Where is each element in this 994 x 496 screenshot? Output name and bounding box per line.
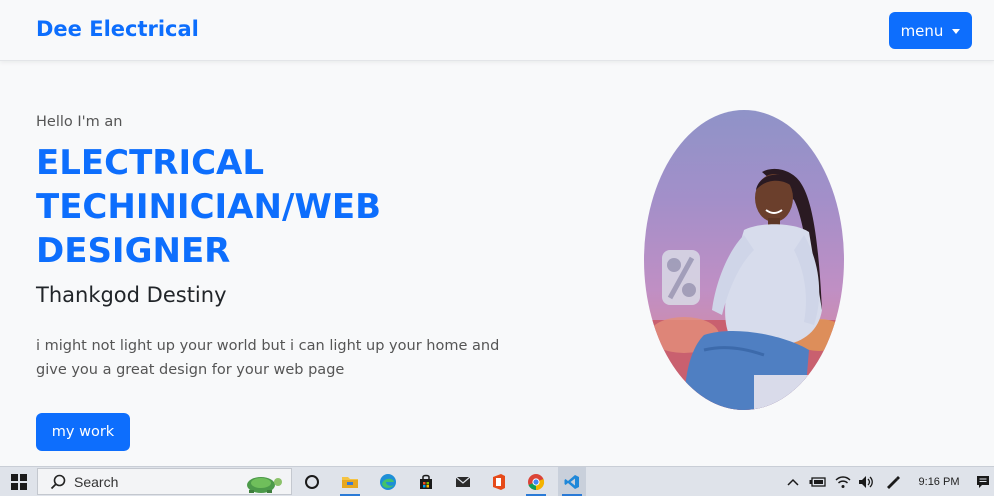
my-work-button[interactable]: my work xyxy=(36,413,130,451)
pen-workspace-button[interactable] xyxy=(882,467,904,496)
taskbar-mail[interactable] xyxy=(449,467,477,496)
office-icon xyxy=(493,473,505,490)
windows-taskbar: Search 9:16 PM xyxy=(0,466,994,496)
clock-time: 9:16 PM xyxy=(918,475,960,488)
turtle-illustration-icon xyxy=(247,477,282,493)
hero-tagline: i might not light up your world but i ca… xyxy=(36,338,500,378)
network-status[interactable] xyxy=(833,467,853,496)
battery-icon xyxy=(809,476,826,487)
hero-headline: ELECTRICAL TECHINICIAN/WEB DESIGNER xyxy=(36,141,456,273)
search-icon xyxy=(50,474,66,489)
store-bag-icon xyxy=(420,474,432,489)
notification-center-icon xyxy=(977,475,989,488)
profile-photo xyxy=(644,110,844,410)
search-box-label: Search xyxy=(74,473,119,490)
folder-icon xyxy=(342,476,358,488)
menu-button-label: menu xyxy=(900,21,944,40)
taskbar-microsoft-store[interactable] xyxy=(412,467,440,496)
menu-dropdown-button[interactable]: menu xyxy=(889,12,972,49)
cortana-circle-icon xyxy=(305,474,319,489)
pen-icon xyxy=(887,475,900,489)
headline-line: ELECTRICAL xyxy=(36,143,265,183)
wifi-icon xyxy=(835,475,851,488)
taskbar-chrome[interactable] xyxy=(522,467,550,496)
taskbar-edge[interactable] xyxy=(374,467,402,496)
speaker-icon xyxy=(859,475,873,488)
headline-line: TECHINICIAN/WEB xyxy=(36,187,382,227)
start-button[interactable] xyxy=(5,467,33,496)
taskbar-search-box[interactable]: Search xyxy=(37,468,292,495)
taskbar-file-explorer[interactable] xyxy=(336,467,364,496)
show-hidden-icons-button[interactable] xyxy=(785,467,801,496)
edge-browser-icon xyxy=(380,473,396,490)
windows-logo-icon xyxy=(11,473,27,490)
navbar: Dee Electrical menu xyxy=(0,0,994,61)
clock[interactable]: 9:16 PM xyxy=(912,467,966,496)
chrome-browser-icon xyxy=(528,473,545,490)
volume-control[interactable] xyxy=(856,467,876,496)
brand-logo-link[interactable]: Dee Electrical xyxy=(36,17,199,41)
battery-status[interactable] xyxy=(807,467,829,496)
headline-line: DESIGNER xyxy=(36,231,231,271)
taskbar-vscode[interactable] xyxy=(558,467,586,496)
vscode-icon xyxy=(564,474,579,489)
task-view-button[interactable] xyxy=(298,467,326,496)
hero-name: Thankgod Destiny xyxy=(36,283,227,307)
chevron-up-icon xyxy=(787,478,799,486)
mail-envelope-icon xyxy=(455,476,471,487)
caret-down-icon xyxy=(952,28,961,34)
taskbar-office[interactable] xyxy=(485,467,513,496)
notifications-button[interactable] xyxy=(972,467,994,496)
hero-greeting: Hello I'm an xyxy=(36,114,123,130)
